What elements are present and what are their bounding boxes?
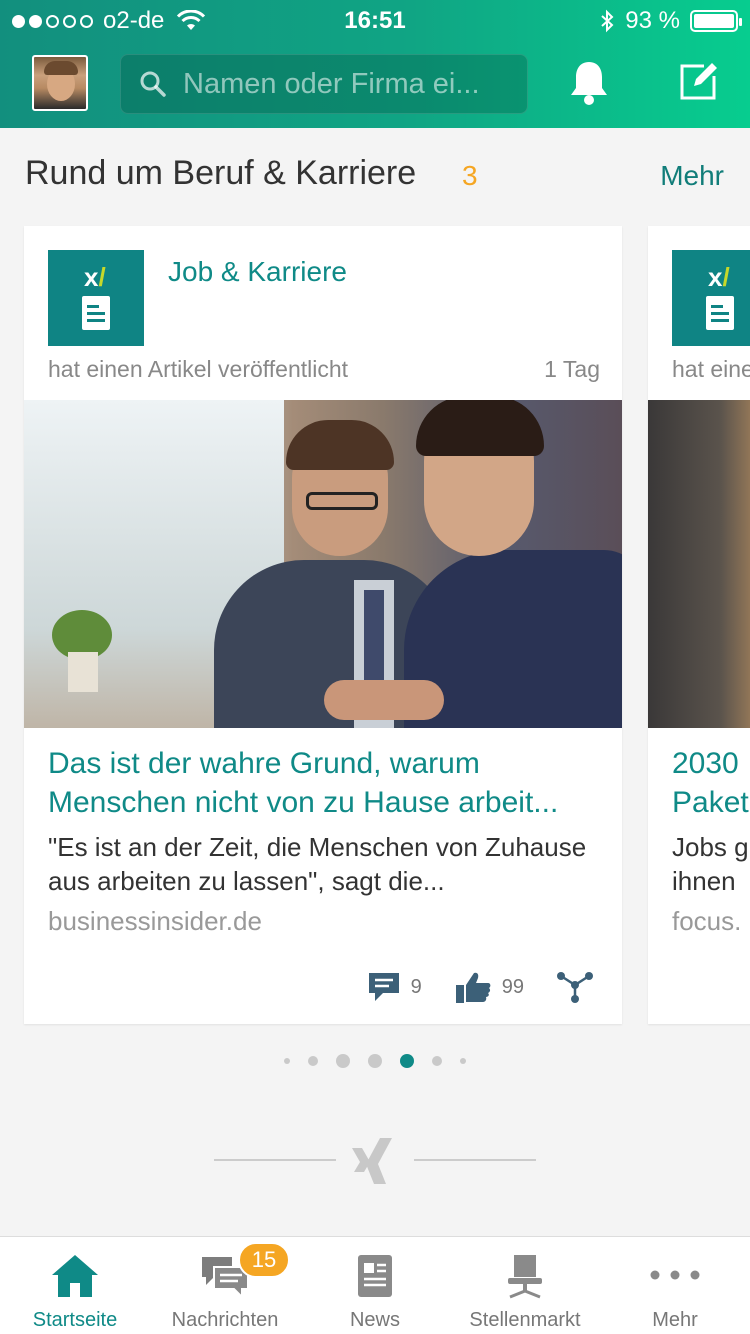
battery-icon: [690, 10, 742, 32]
section-title: Rund um Beruf & Karriere: [25, 154, 417, 192]
pager-dot[interactable]: [308, 1056, 318, 1066]
pager-dot[interactable]: [336, 1054, 350, 1068]
carousel-pager[interactable]: [0, 1054, 750, 1068]
status-bar: o2-de 16:51 93 %: [0, 0, 750, 42]
newspaper-icon: [358, 1255, 392, 1297]
comment-icon: [368, 973, 399, 1001]
article-teaser-line2: ihnen: [672, 866, 736, 896]
publisher-logo: x/: [48, 250, 144, 346]
battery-percent: 93 %: [625, 7, 680, 34]
share-network-icon: [557, 972, 593, 1003]
search-input[interactable]: Namen oder Firma ei...: [120, 54, 528, 114]
article-image[interactable]: [648, 400, 750, 728]
pager-dot[interactable]: [284, 1058, 290, 1064]
office-chair-icon: [508, 1255, 542, 1299]
xing-logo-icon: [352, 1138, 392, 1184]
article-teaser-line1: Jobs g: [672, 832, 749, 862]
section-more-link[interactable]: Mehr: [660, 160, 724, 192]
document-icon: [82, 296, 110, 330]
pager-dot-active[interactable]: [400, 1054, 414, 1068]
document-icon: [706, 296, 734, 330]
xing-logo-icon: x/: [708, 262, 730, 292]
compose-icon[interactable]: [676, 58, 722, 104]
pager-dot[interactable]: [432, 1056, 442, 1066]
search-placeholder: Namen oder Firma ei...: [183, 67, 480, 100]
publisher-name[interactable]: Job & Karriere: [168, 256, 347, 288]
like-count: 99: [501, 975, 524, 998]
tab-label: News: [349, 1309, 400, 1331]
article-headline-line1[interactable]: 2030: [672, 744, 750, 783]
share-button[interactable]: [556, 971, 594, 1003]
article-headline[interactable]: Das ist der wahre Grund, warum Menschen …: [48, 744, 608, 822]
app-header: o2-de 16:51 93 % Namen oder Firma ei...: [0, 0, 750, 128]
comment-button[interactable]: 9: [367, 971, 422, 1003]
notifications-bell-icon[interactable]: [566, 58, 612, 108]
publisher-action: hat einen Artikel veröffentlicht: [48, 356, 349, 382]
pager-dot[interactable]: [460, 1058, 466, 1064]
post-age: 1 Tag: [544, 356, 600, 382]
article-headline-line2[interactable]: Paket: [672, 783, 750, 822]
tab-mehr[interactable]: Mehr: [600, 1237, 750, 1334]
more-dots-icon: [650, 1270, 700, 1280]
tab-bar: Startseite Nachrichten News Stellenmarkt: [0, 1236, 750, 1334]
article-actions: 9 99: [345, 970, 594, 1004]
xing-logo-icon: x/: [84, 262, 106, 292]
article-card-next[interactable]: x/ hat eine 2030 Paket Jobs g ihnen focu…: [648, 226, 750, 1024]
article-teaser: "Es ist an der Zeit, die Menschen von Zu…: [48, 832, 587, 896]
like-button[interactable]: 99: [454, 970, 524, 1004]
comment-count: 9: [410, 975, 422, 998]
unread-messages-badge: 15: [238, 1242, 290, 1278]
tab-label: Startseite: [32, 1309, 118, 1331]
publisher-action: hat eine: [672, 356, 750, 382]
article-source: focus.: [672, 906, 742, 936]
article-card[interactable]: x/ Job & Karriere hat einen Artikel verö…: [24, 226, 622, 1024]
publisher-logo: x/: [672, 250, 750, 346]
search-icon: [140, 71, 166, 97]
article-image[interactable]: [24, 400, 622, 728]
tab-news[interactable]: News: [300, 1237, 450, 1334]
tab-stellenmarkt[interactable]: Stellenmarkt: [450, 1237, 600, 1334]
feed-end-divider: [0, 1138, 750, 1190]
thumbs-up-icon: [455, 972, 491, 1003]
tab-label: Nachrichten: [171, 1309, 279, 1331]
tab-startseite[interactable]: Startseite: [0, 1237, 150, 1334]
article-source: businessinsider.de: [48, 906, 262, 936]
profile-avatar[interactable]: [32, 55, 88, 111]
tab-label: Stellenmarkt: [469, 1309, 581, 1331]
tab-label: Mehr: [652, 1309, 698, 1331]
home-icon: [52, 1255, 98, 1297]
bluetooth-icon: [601, 9, 614, 33]
pager-dot[interactable]: [368, 1054, 382, 1068]
section-count: 3: [462, 160, 478, 191]
